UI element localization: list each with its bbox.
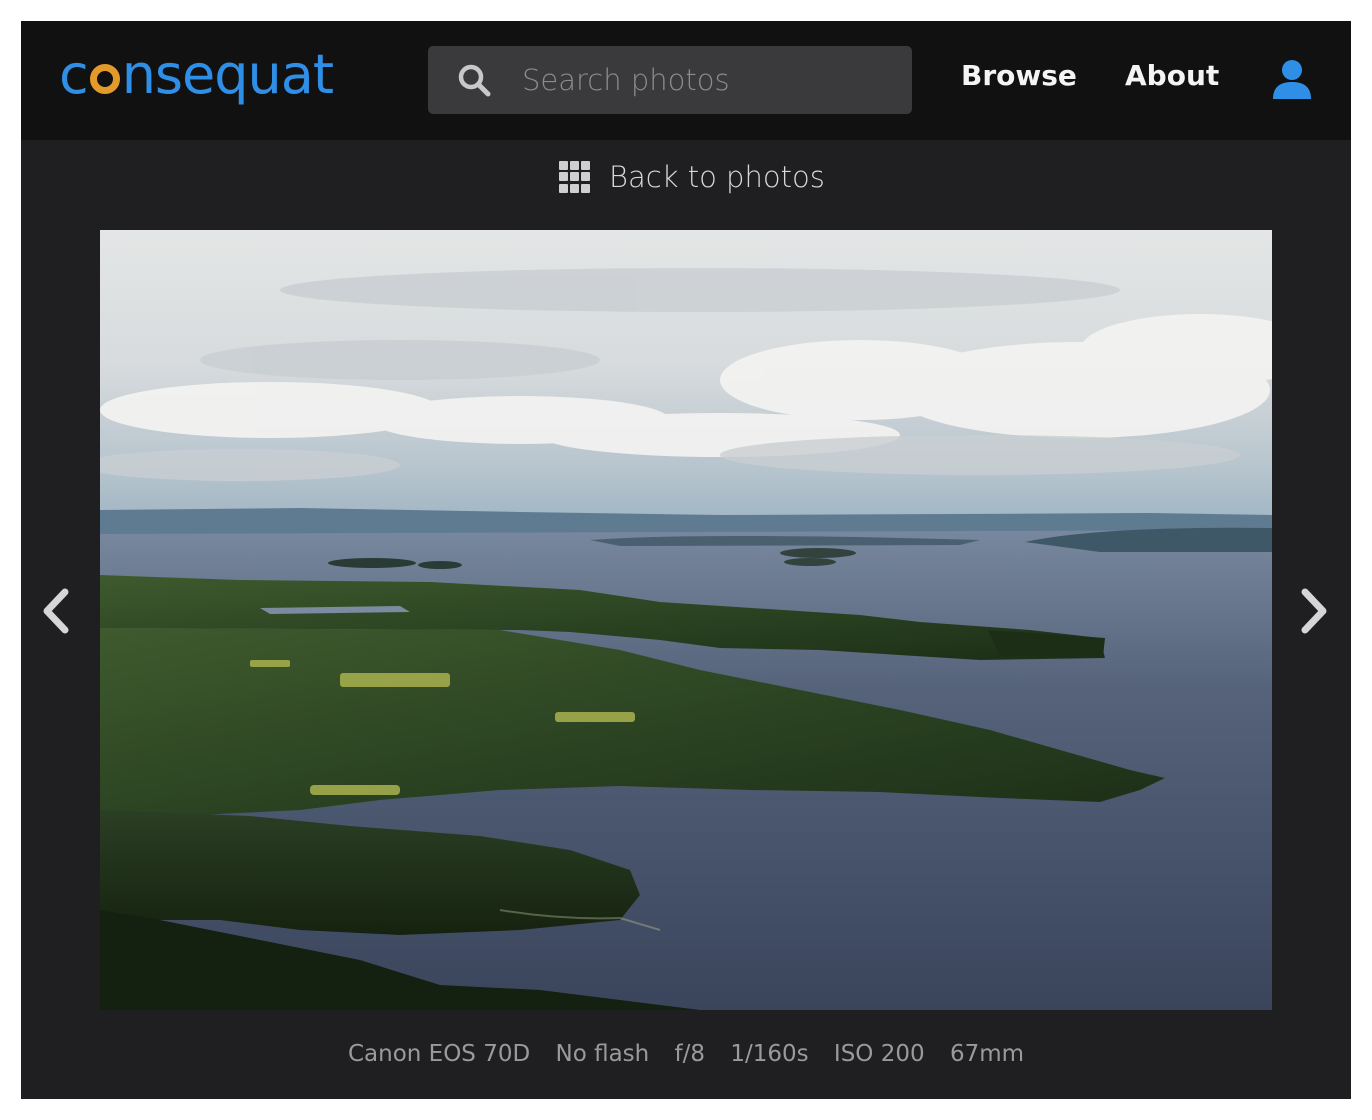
exif-camera: Canon EOS 70D (347, 1041, 531, 1067)
back-to-photos-link[interactable]: Back to photos (559, 157, 825, 197)
logo-aperture-ring (89, 64, 120, 94)
nav-browse-link[interactable]: Browse (961, 59, 1077, 92)
search-input[interactable] (520, 62, 912, 98)
brand-logo[interactable]: c nsequat (59, 43, 334, 107)
logo-prefix: c (59, 43, 89, 106)
nav-about-link[interactable]: About (1125, 59, 1219, 92)
logo-suffix: nsequat (121, 43, 334, 106)
exif-info-bar: Canon EOS 70D No flash f/8 1/160s ISO 20… (21, 1041, 1351, 1067)
exif-focal-length: 67mm (949, 1041, 1025, 1067)
search-box (428, 46, 912, 114)
search-icon[interactable] (456, 62, 492, 98)
main-photo (100, 230, 1272, 1010)
chevron-right-icon[interactable] (1298, 587, 1332, 635)
exif-shutter: 1/160s (730, 1041, 809, 1067)
top-navbar: c nsequat Browse About (21, 21, 1351, 140)
user-icon[interactable] (1271, 59, 1313, 101)
exif-flash: No flash (555, 1041, 650, 1067)
back-to-photos-label: Back to photos (609, 160, 825, 194)
chevron-left-icon[interactable] (38, 587, 72, 635)
exif-aperture: f/8 (674, 1041, 706, 1067)
grid-icon (559, 161, 591, 193)
photo-viewer-page: c nsequat Browse About Back to photos (21, 21, 1351, 1099)
exif-iso: ISO 200 (833, 1041, 925, 1067)
